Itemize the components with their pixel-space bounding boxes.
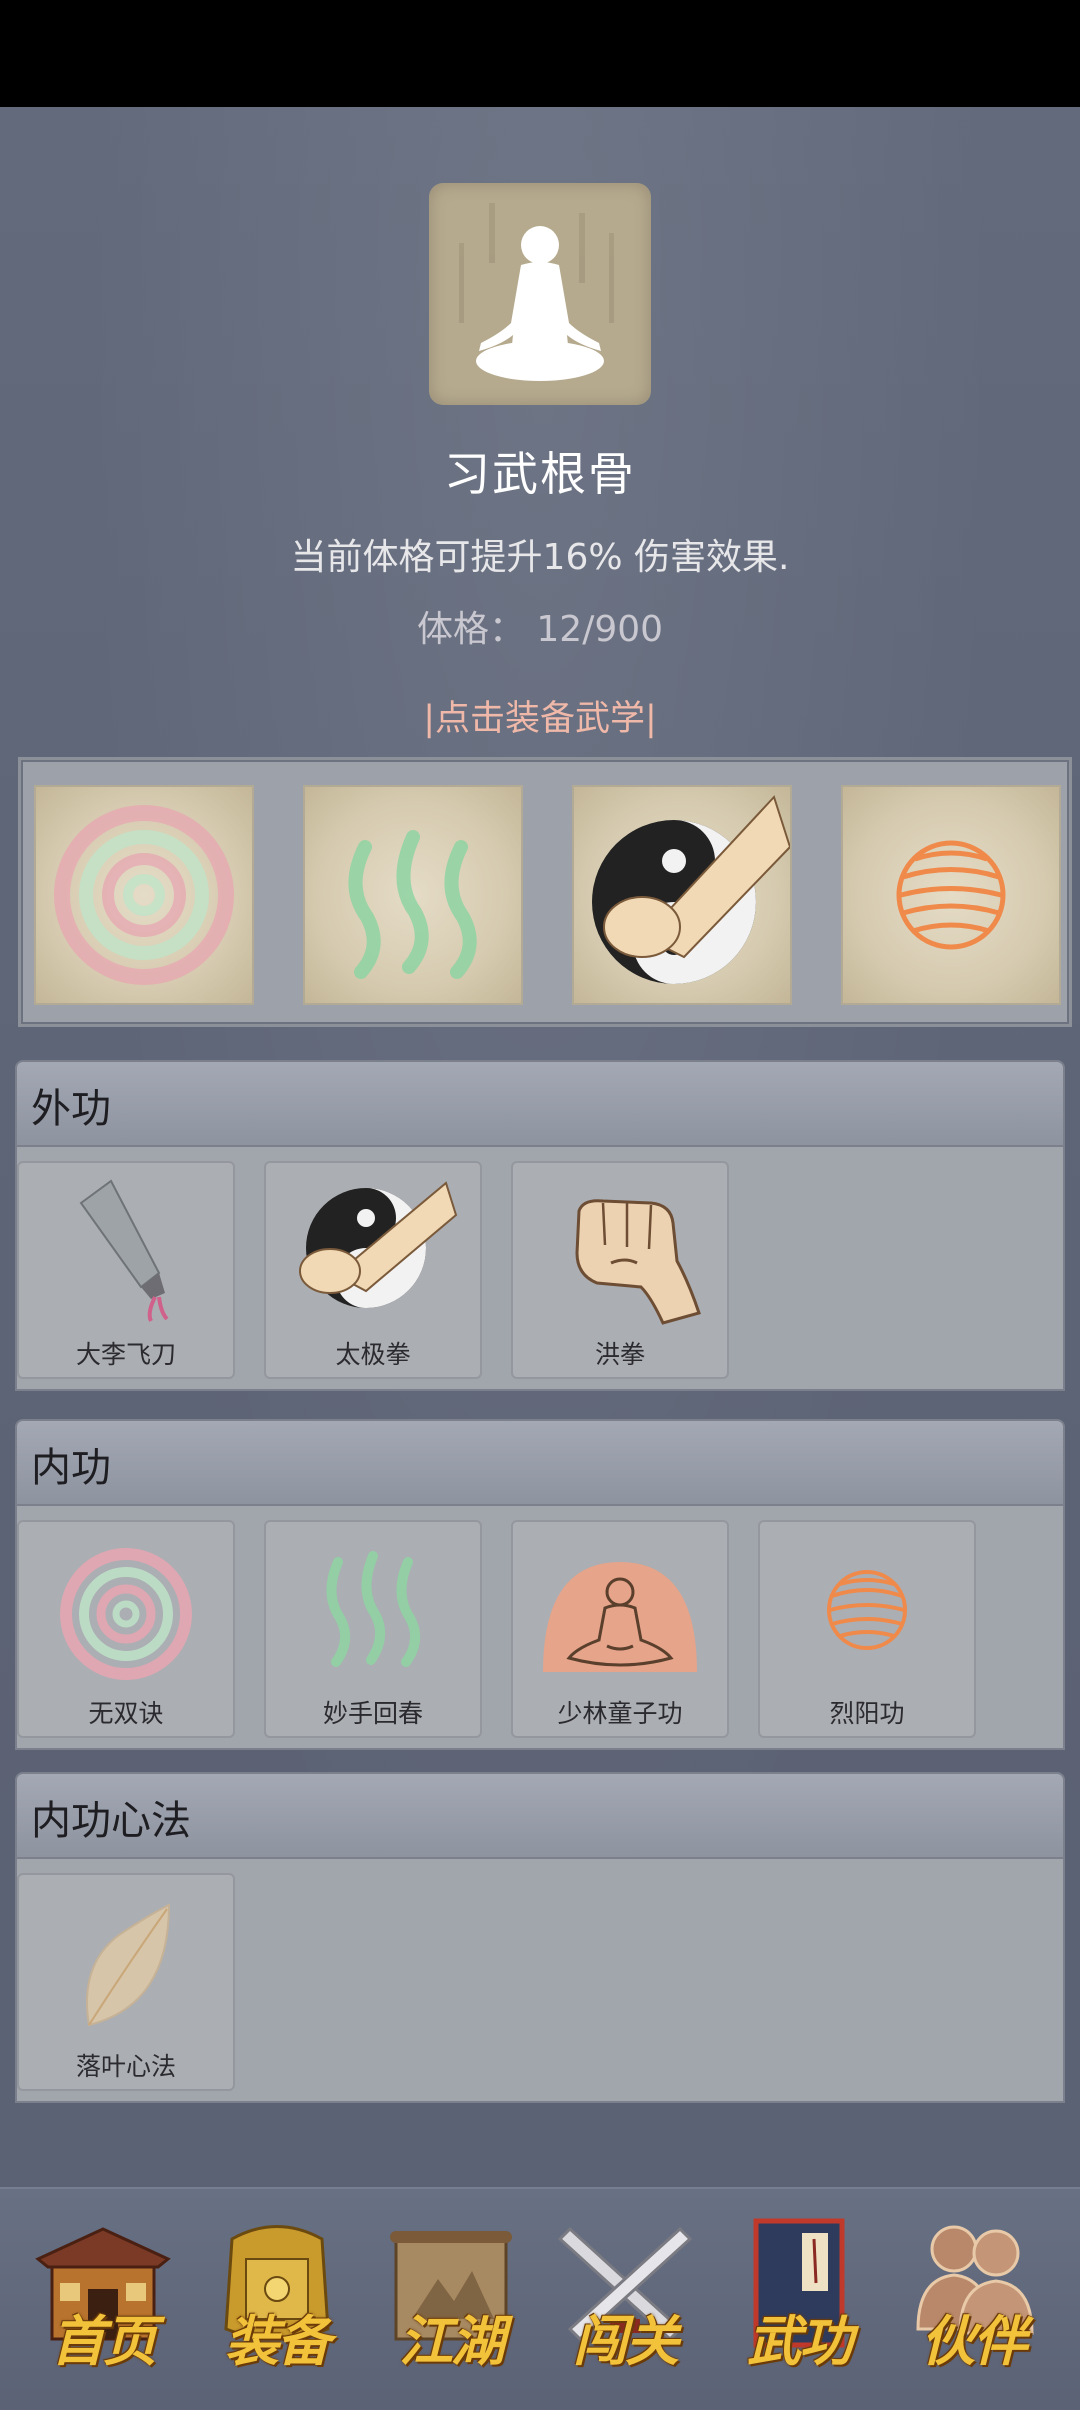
- leaf-icon: [86, 1903, 171, 2027]
- skill-name: 无双诀: [88, 1699, 164, 1728]
- skill-card[interactable]: 太极拳: [264, 1161, 482, 1379]
- nav-label: 首页: [51, 2309, 157, 2373]
- skill-name: 少林童子功: [557, 1699, 683, 1728]
- constitution-stat: 体格： 12/900: [0, 600, 1080, 652]
- nav-label: 江湖: [399, 2309, 505, 2373]
- status-bar: [0, 0, 1080, 107]
- stat-label: 体格：: [416, 609, 525, 650]
- nav-label: 武功: [747, 2309, 853, 2373]
- equip-hint-link[interactable]: |点击装备武学|: [0, 690, 1080, 741]
- nav-martial-arts[interactable]: 武功: [724, 2209, 874, 2379]
- spiral-icon: [54, 805, 234, 985]
- spiral-icon: [60, 1548, 192, 1680]
- skill-name: 洪拳: [594, 1340, 645, 1369]
- section-header-external: 外功: [15, 1060, 1065, 1145]
- fist-icon: [575, 1199, 701, 1325]
- nav-challenge[interactable]: 闯关: [550, 2209, 700, 2379]
- nav-home[interactable]: 首页: [28, 2209, 178, 2379]
- constitution-portrait: [429, 183, 651, 405]
- skill-name: 妙手回春: [322, 1699, 423, 1728]
- bottom-nav: 首页 装备 江湖 闯关 武功 伙伴: [0, 2187, 1080, 2410]
- skill-card[interactable]: 大李飞刀: [17, 1161, 235, 1379]
- section-body-internal: 无双诀 妙手回春 少林童子功 烈阳功: [15, 1504, 1065, 1750]
- meditating-figure-icon: [459, 203, 614, 381]
- skill-card[interactable]: 烈阳功: [758, 1520, 976, 1738]
- skill-card[interactable]: 无双诀: [17, 1520, 235, 1738]
- equipped-slot-1[interactable]: [34, 785, 254, 1005]
- skill-card[interactable]: 少林童子功: [511, 1520, 729, 1738]
- skill-card[interactable]: 落叶心法: [17, 1873, 235, 2091]
- taiji-fist-icon: [592, 795, 790, 984]
- taiji-fist-icon: [299, 1181, 458, 1308]
- section-title: 内功: [31, 1445, 111, 1491]
- section-title: 外功: [31, 1086, 111, 1132]
- equipped-slot-4[interactable]: [841, 785, 1061, 1005]
- monk-aura-icon: [543, 1562, 697, 1672]
- nav-label: 伙伴: [921, 2309, 1027, 2373]
- section-header-internal: 内功: [15, 1419, 1065, 1504]
- equipped-skills-panel: [18, 757, 1072, 1027]
- nav-label: 装备: [225, 2309, 331, 2373]
- wind-waves-icon: [326, 1551, 421, 1667]
- skill-card[interactable]: 洪拳: [511, 1161, 729, 1379]
- section-title: 内功心法: [31, 1798, 191, 1844]
- skill-card[interactable]: 妙手回春: [264, 1520, 482, 1738]
- section-body-mind-method: 落叶心法: [15, 1857, 1065, 2103]
- wind-waves-icon: [348, 830, 477, 979]
- skill-name: 太极拳: [335, 1340, 411, 1369]
- nav-jianghu[interactable]: 江湖: [376, 2209, 526, 2379]
- stat-value: 12/900: [536, 609, 664, 650]
- flying-dagger-icon: [79, 1179, 169, 1322]
- effect-description: 当前体格可提升16% 伤害效果.: [290, 537, 790, 578]
- section-header-mind-method: 内功心法: [15, 1772, 1065, 1857]
- section-body-external: 大李飞刀 太极拳 洪拳: [15, 1145, 1065, 1391]
- nav-label: 闯关: [573, 2309, 679, 2373]
- skill-name: 烈阳功: [829, 1699, 905, 1728]
- page-title: 习武根骨: [444, 447, 636, 501]
- skill-name: 落叶心法: [75, 2052, 176, 2081]
- nav-equipment[interactable]: 装备: [202, 2209, 352, 2379]
- sun-orb-icon: [896, 840, 1006, 950]
- equipped-slot-3[interactable]: [572, 785, 792, 1005]
- nav-companions[interactable]: 伙伴: [898, 2209, 1048, 2379]
- sun-orb-icon: [827, 1570, 907, 1650]
- equipped-slot-2[interactable]: [303, 785, 523, 1005]
- skill-name: 大李飞刀: [75, 1340, 176, 1369]
